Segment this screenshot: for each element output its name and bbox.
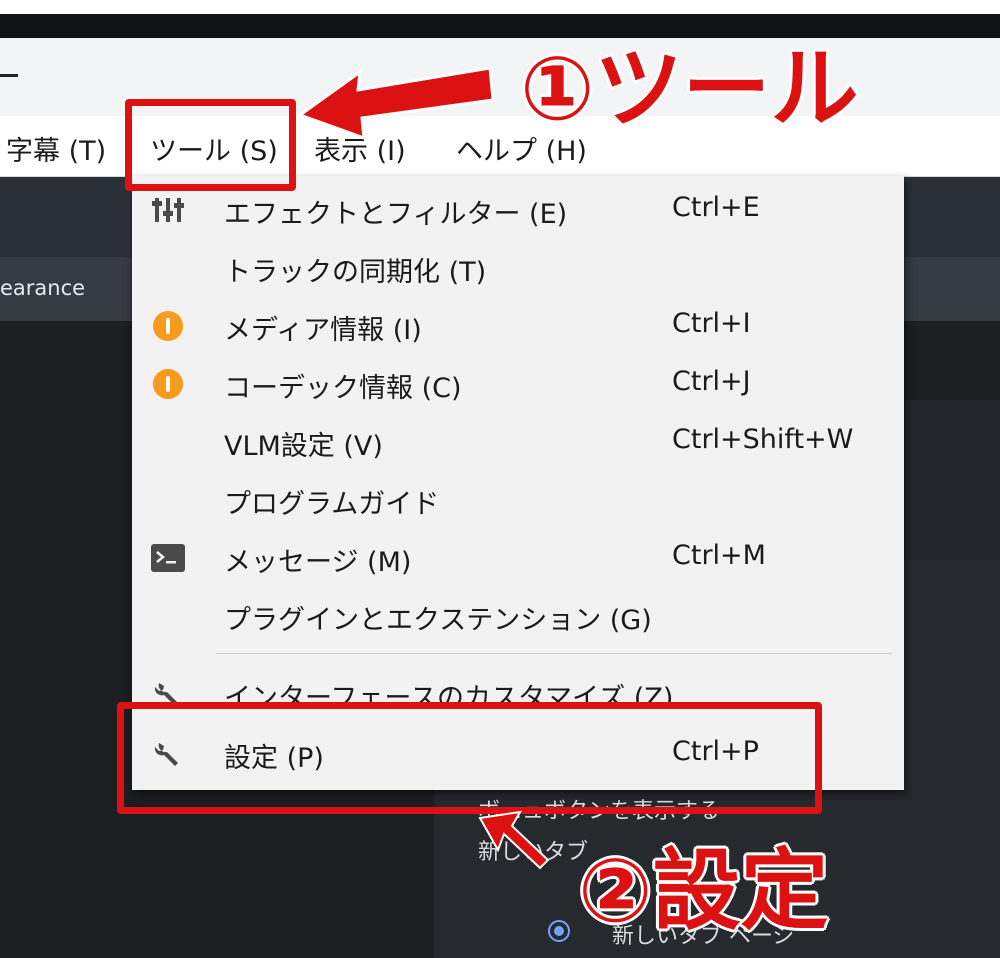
- step1-label: ①ツール: [520, 37, 859, 140]
- arrow-to-tools: [296, 66, 495, 141]
- step2-label: ②設定: [578, 839, 829, 942]
- arrow-to-preferences: [478, 810, 550, 870]
